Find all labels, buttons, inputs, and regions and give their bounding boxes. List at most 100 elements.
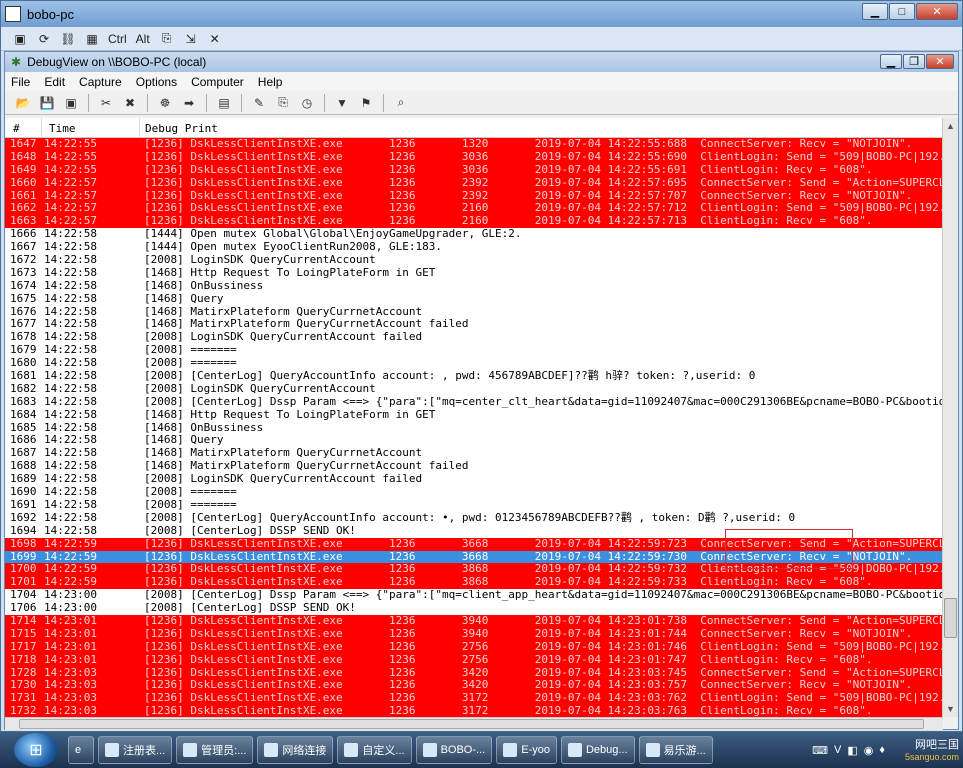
row-debug-text: [2008] ======= (144, 497, 237, 511)
log-row[interactable]: 1681 14:22:58 [2008] [CenterLog] QueryAcco… (5, 369, 943, 383)
tray-icon[interactable]: ♦ (879, 744, 885, 756)
tray-icon[interactable]: ◧ (847, 744, 857, 757)
row-debug-text: [1236] DskLessClientInstXE.exe 1236 3036… (144, 149, 943, 163)
column-number[interactable]: # (13, 122, 20, 135)
capture-toggle-icon[interactable]: ✂ (96, 93, 116, 113)
maximize-button[interactable]: □ (889, 3, 915, 20)
menu-help[interactable]: Help (258, 75, 283, 89)
vertical-scroll-thumb[interactable] (944, 598, 957, 638)
tray-icon[interactable]: V (834, 744, 841, 756)
remote-window-controls: ▁ □ ✕ (861, 3, 958, 20)
remote-tool-8[interactable]: ✕ (206, 30, 224, 48)
log-row[interactable]: 1673 14:22:58 [1468] Http Request To Loing… (5, 266, 943, 280)
log-row[interactable]: 1732 14:23:03 [1236] DskLessClientInstXE.e… (5, 704, 943, 717)
close-button[interactable]: ✕ (926, 54, 954, 69)
copy-icon[interactable]: ⎘ (273, 93, 293, 113)
scroll-down-icon[interactable]: ▼ (943, 701, 958, 717)
remote-tool-0[interactable]: ▣ (11, 30, 29, 48)
ie-quicklaunch-icon[interactable]: e (68, 736, 94, 764)
open-icon[interactable]: 📂 (13, 93, 33, 113)
menu-file[interactable]: File (11, 75, 30, 89)
find-icon[interactable]: ⌕ (391, 93, 411, 113)
row-debug-text: [1236] DskLessClientInstXE.exe 1236 2756… (144, 652, 873, 666)
log-row[interactable]: 1660 14:22:57 [1236] DskLessClientInstXE.e… (5, 176, 943, 190)
log-row[interactable]: 1675 14:22:58 [1468] Query (5, 292, 943, 306)
row-number: 1682 (10, 381, 37, 395)
horizontal-scrollbar[interactable] (5, 717, 943, 730)
start-button[interactable]: ⊞ (14, 733, 58, 767)
taskbar-item[interactable]: 自定义... (337, 736, 412, 764)
log-row[interactable]: 1691 14:22:58 [2008] ======= (5, 497, 943, 512)
taskbar-item[interactable]: 注册表... (98, 736, 173, 764)
tray-icon[interactable]: ⌨ (812, 744, 828, 757)
clock-icon[interactable]: ◷ (297, 93, 317, 113)
log-row[interactable]: 1672 14:22:58 [2008] LoginSDK QueryCurrent… (5, 253, 943, 267)
remote-tool-6[interactable]: ⎘ (158, 30, 176, 48)
clear-icon[interactable]: ✖ (120, 93, 140, 113)
log-row[interactable]: 1714 14:23:01 [1236] DskLessClientInstXE.e… (5, 614, 943, 628)
remote-tool-4[interactable]: Ctrl (107, 30, 128, 48)
taskbar-items: 注册表... 管理员:... 网络连接 自定义... BOBO-... E-yoo Debu… (94, 736, 713, 764)
app-icon (503, 743, 518, 757)
log-row[interactable]: 1647 14:22:55 [1236] DskLessClientInstXE.e… (5, 138, 943, 151)
taskbar-item-label: 易乐游... (663, 745, 706, 757)
menu-capture[interactable]: Capture (79, 75, 122, 89)
debugview-window: ✱ DebugView on \\BOBO-PC (local) ▁ ❐ ✕ F… (4, 51, 959, 730)
row-debug-text: [1236] DskLessClientInstXE.exe 1236 3940… (144, 626, 913, 640)
filter-icon[interactable]: ▼ (332, 93, 352, 113)
taskbar-item[interactable]: E-yoo (496, 736, 557, 764)
toolbar-separator (147, 93, 148, 112)
save-icon[interactable]: 💾 (37, 93, 57, 113)
vertical-scrollbar[interactable]: ▲ ▼ (942, 118, 958, 717)
log-row[interactable]: 1692 14:22:58 [2008] [CenterLog] QueryAcco… (5, 510, 943, 525)
column-divider[interactable] (139, 118, 140, 138)
toolbar-separator (206, 93, 207, 112)
log-row[interactable]: 1649 14:22:55 [1236] DskLessClientInstXE.e… (5, 163, 943, 177)
column-time[interactable]: Time (49, 122, 76, 135)
taskbar-item[interactable]: 网络连接 (257, 736, 334, 764)
menu-edit[interactable]: Edit (44, 75, 65, 89)
remote-tool-1[interactable]: ⟳ (35, 30, 53, 48)
taskbar-item[interactable]: BOBO-... (415, 736, 493, 764)
log-row[interactable]: 1715 14:23:01 [1236] DskLessClientInstXE.e… (5, 626, 943, 641)
minimize-button[interactable]: ▁ (880, 54, 902, 69)
close-button[interactable]: ✕ (916, 3, 958, 20)
log-row[interactable]: 1674 14:22:58 [1468] OnBussiness (5, 278, 943, 293)
menu-computer[interactable]: Computer (191, 75, 244, 89)
row-time: 14:22:58 (44, 278, 97, 292)
remote-tool-2[interactable]: ⛓ (59, 30, 77, 48)
remote-tool-5[interactable]: Alt (134, 30, 152, 48)
log-list[interactable]: 1647 14:22:55 [1236] DskLessClientInstXE.e… (5, 138, 943, 717)
column-debug-print[interactable]: Debug Print (145, 122, 218, 135)
taskbar-item[interactable]: 易乐游... (638, 736, 713, 764)
scroll-up-icon[interactable]: ▲ (943, 118, 958, 134)
system-tray: ⌨ V ◧ ◉ ♦ (812, 734, 893, 766)
autoscroll-icon[interactable]: ➡ (179, 93, 199, 113)
menu-options[interactable]: Options (136, 75, 177, 89)
row-time: 14:22:58 (44, 497, 97, 511)
taskbar-item[interactable]: Debug... (560, 736, 635, 764)
minimize-button[interactable]: ▁ (862, 3, 888, 20)
log-row[interactable]: 1690 14:22:58 [2008] ======= (5, 485, 943, 499)
remote-tool-3[interactable]: ▦ (83, 30, 101, 48)
find-window-icon[interactable]: ▤ (214, 93, 234, 113)
tray-icon[interactable]: ◉ (864, 744, 874, 757)
row-number: 1647 (10, 138, 37, 150)
highlight-icon[interactable]: ⚑ (356, 93, 376, 113)
remote-tool-7[interactable]: ⇲ (182, 30, 200, 48)
edit-icon[interactable]: ✎ (249, 93, 269, 113)
log-row[interactable]: 1717 14:23:01 [1236] DskLessClientInstXE.e… (5, 640, 943, 654)
log-row[interactable]: 1683 14:22:58 [2008] [CenterLog] Dssp Para… (5, 395, 943, 409)
capture-events-icon[interactable]: ☸ (155, 93, 175, 113)
horizontal-scroll-thumb[interactable] (19, 719, 924, 729)
column-divider[interactable] (41, 118, 42, 138)
taskbar-item[interactable]: 管理员:... (176, 736, 254, 764)
row-debug-text: [2008] [CenterLog] QueryAccountInfo acco… (144, 510, 796, 524)
restore-button[interactable]: ❐ (903, 54, 925, 69)
row-time: 14:22:58 (44, 253, 97, 267)
save-as-icon[interactable]: ▣ (61, 93, 81, 113)
log-row[interactable]: 1684 14:22:58 [1468] Http Request To Loing… (5, 408, 943, 422)
log-row[interactable]: 1648 14:22:55 [1236] DskLessClientInstXE.e… (5, 149, 943, 164)
log-row[interactable]: 1682 14:22:58 [2008] LoginSDK QueryCurrent… (5, 381, 943, 396)
log-row[interactable]: 1718 14:23:01 [1236] DskLessClientInstXE.e… (5, 652, 943, 667)
